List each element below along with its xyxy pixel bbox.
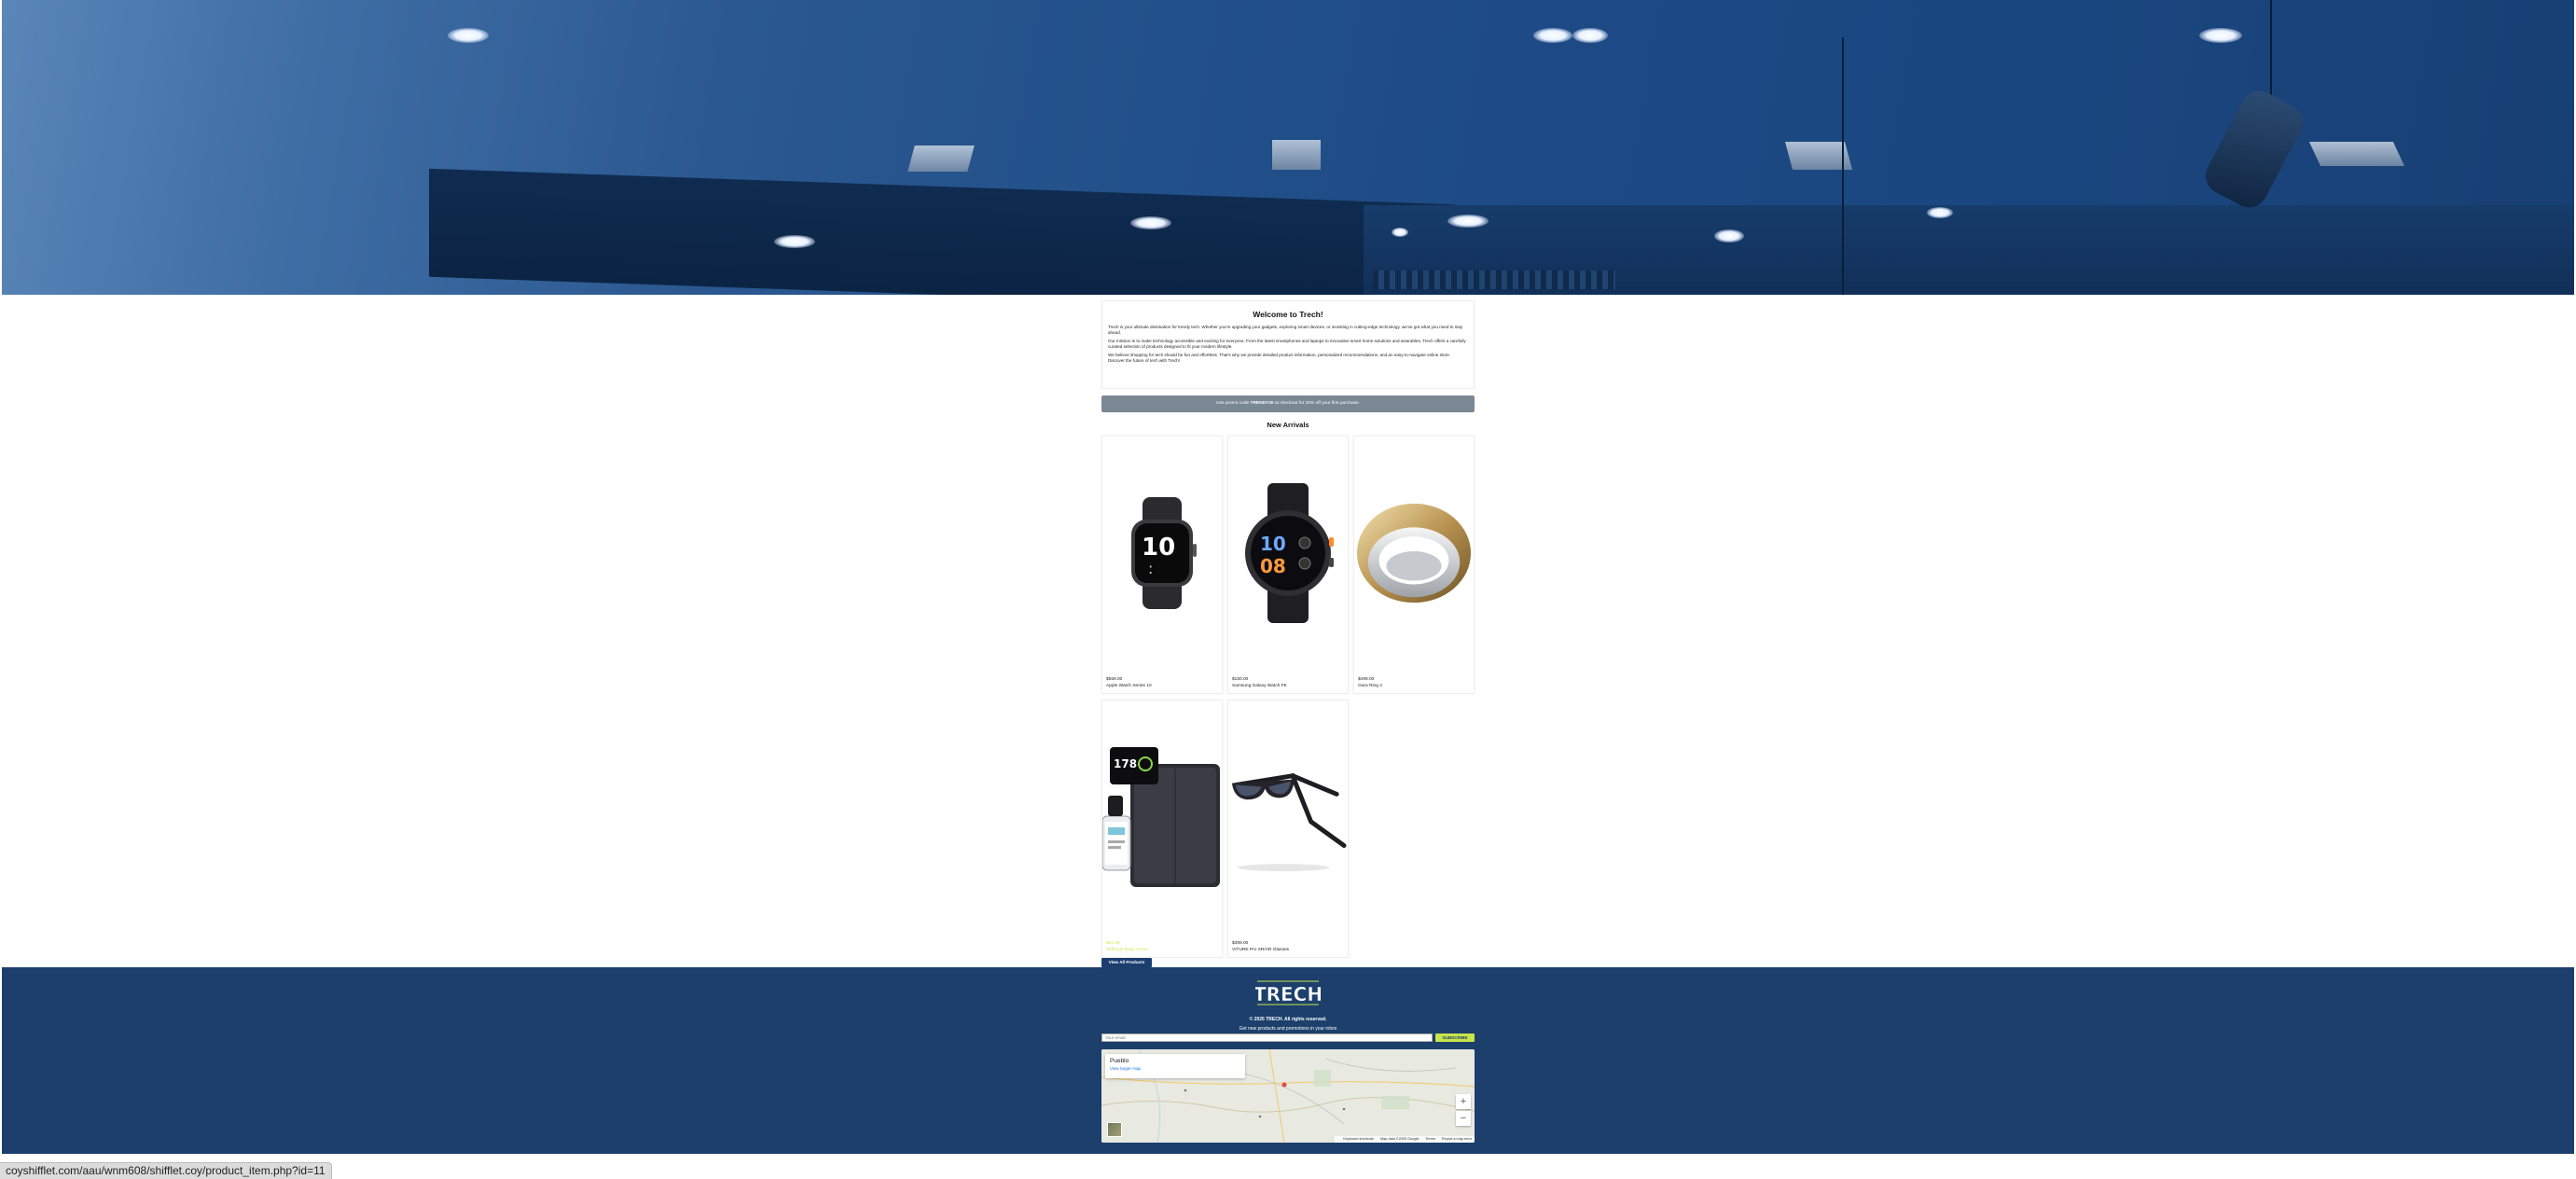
product-price: $81.99 [1106, 941, 1120, 946]
ceiling-light [1447, 215, 1489, 228]
logo-text: TRECH [1255, 983, 1321, 1006]
ceiling-light [774, 235, 815, 248]
welcome-section: Welcome to Trech! Trech is your ultimate… [1101, 300, 1475, 389]
ceiling-fixture [1272, 140, 1321, 170]
product-price: $559.00 [1106, 677, 1123, 682]
new-arrivals-heading: New Arrivals [1267, 421, 1309, 429]
map-place-card: Pueblo View larger map [1105, 1054, 1245, 1078]
ceiling-fixture [2308, 142, 2405, 166]
map-data-text: Map data ©2025 Google [1380, 1137, 1420, 1141]
browser-status-bar: coyshifflet.com/aau/wnm608/shifflet.coy/… [0, 1162, 332, 1179]
smart-glasses-image[interactable] [1228, 700, 1348, 934]
promo-text: at checkout for 20% off your first purch… [1273, 401, 1361, 406]
view-all-products-button[interactable]: View All Products [1101, 958, 1152, 967]
product-card-oura-ring[interactable]: $499.00 Oura Ring 4 [1353, 436, 1475, 694]
welcome-paragraph: Our mission is to make technology access… [1108, 339, 1466, 349]
map-satellite-toggle[interactable] [1107, 1122, 1122, 1137]
ceiling-light [1392, 228, 1408, 237]
ceiling-vent [1373, 270, 1615, 289]
product-card-apple-watch[interactable]: 10 : $559.00 Apple Watch Series 10 [1101, 436, 1223, 694]
map-zoom-out-button[interactable]: − [1456, 1111, 1471, 1126]
smart-ring-image[interactable] [1354, 437, 1474, 670]
product-name[interactable]: Apple Watch Series 10 [1106, 684, 1152, 688]
promo-text: Use promo code [1215, 401, 1251, 406]
embedded-map[interactable]: Pueblo View larger map + − Keyboard shor… [1101, 1049, 1475, 1143]
ceiling-light [1927, 207, 1953, 218]
ceiling-beam [429, 168, 1455, 295]
hanging-cable [1842, 37, 1844, 295]
product-price: $150.00 [1232, 677, 1249, 682]
report-error-link[interactable]: Report a map error [1442, 1137, 1472, 1141]
product-card-samsung-watch[interactable]: 10 08 $150.00 Samsung Galaxy Watch FE [1227, 436, 1349, 694]
keyboard-shortcuts-link[interactable]: Keyboard shortcuts [1343, 1137, 1374, 1141]
welcome-title: Welcome to Trech! [1253, 310, 1323, 319]
welcome-paragraph: Trech is your ultimate destination for t… [1108, 325, 1463, 335]
subscribe-button[interactable]: SUBSCRIBE [1435, 1033, 1475, 1042]
welcome-paragraph: We believe shopping for tech should be f… [1108, 353, 1451, 363]
product-card-smart-scale[interactable]: 178 $81.99 Withings Body Smart [1101, 700, 1223, 958]
map-location-name: Pueblo [1110, 1058, 1129, 1064]
smartwatch-image[interactable]: 10 08 [1228, 437, 1348, 670]
ceiling-light [448, 28, 489, 43]
email-input[interactable] [1101, 1033, 1433, 1042]
svg-text:10: 10 [1142, 534, 1175, 562]
newsletter-text: Get new products and promotions in your … [1239, 1026, 1337, 1032]
product-name[interactable]: Samsung Galaxy Watch FE [1232, 684, 1287, 688]
svg-text:178: 178 [1114, 757, 1137, 770]
ceiling-light [1130, 216, 1171, 229]
terms-link[interactable]: Terms [1426, 1137, 1435, 1141]
svg-text:08: 08 [1260, 555, 1286, 577]
map-zoom-in-button[interactable]: + [1456, 1094, 1471, 1109]
ceiling-fixture [907, 146, 975, 172]
product-price: $499.00 [1358, 677, 1375, 682]
smart-scale-image[interactable]: 178 [1102, 700, 1222, 934]
ceiling-light [1714, 229, 1744, 243]
map-attribution: Keyboard shortcuts Map data ©2025 Google… [1335, 1136, 1475, 1143]
product-card-viture-glasses[interactable]: $399.00 VITURE Pro XR/AR Glasses [1227, 700, 1349, 958]
svg-text:10: 10 [1260, 533, 1286, 555]
hero-banner-image [2, 0, 2574, 295]
product-name[interactable]: Oura Ring 4 [1358, 684, 1382, 688]
copyright-text: © 2025 TRECH. All rights reserved. [1249, 1017, 1327, 1022]
pendant-lamp [2198, 84, 2310, 215]
product-name[interactable]: Withings Body Smart [1106, 948, 1148, 952]
ceiling-light [2199, 28, 2242, 43]
ceiling-light [1533, 28, 1572, 43]
product-name[interactable]: VITURE Pro XR/AR Glasses [1232, 948, 1289, 952]
svg-text::: : [1148, 560, 1153, 577]
promo-code: TRENDY20 [1250, 401, 1274, 406]
ceiling-light [1572, 28, 1608, 43]
smartwatch-image[interactable]: 10 : [1102, 437, 1222, 670]
product-price: $399.00 [1232, 941, 1249, 946]
promo-banner: Use promo code TRENDY20 at checkout for … [1101, 395, 1475, 412]
trech-logo[interactable]: TRECH [1255, 978, 1321, 1006]
view-larger-map-link[interactable]: View larger map [1110, 1066, 1240, 1071]
